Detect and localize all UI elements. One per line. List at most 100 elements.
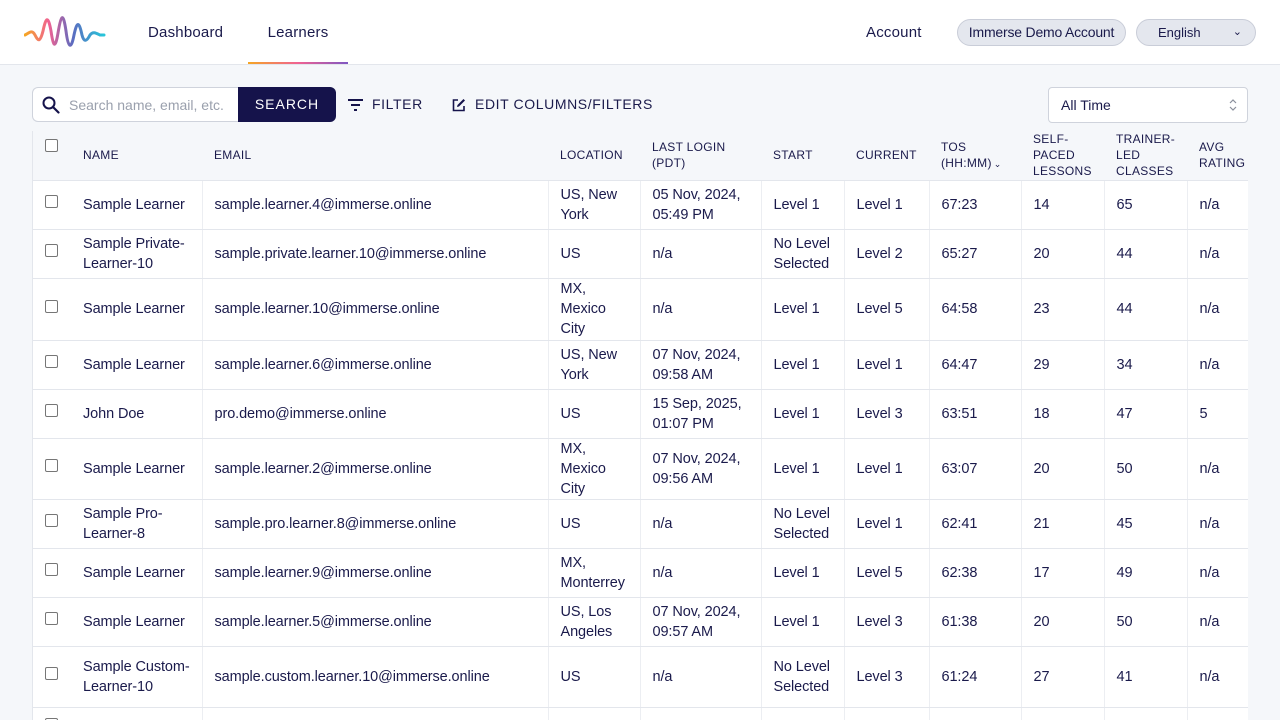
search-input[interactable] [69,88,235,121]
cell-name[interactable]: Sample Pro-Learner-8 [71,499,203,549]
cell-name[interactable]: Sample Custom-Learner-10 [71,646,203,708]
cell-email[interactable]: sample.learner.10@immerse.online [202,278,549,341]
cell-self-paced: 14 [1021,180,1105,230]
row-checkbox[interactable] [45,244,58,257]
row-checkbox[interactable] [45,459,58,472]
table-row[interactable]: Sample Learner sample.learner.10@immerse.… [33,278,1248,341]
cell-name[interactable]: John Doe [71,389,203,439]
table-row[interactable]: Sample Coach No Level [33,707,1248,720]
cell-self-paced: 29 [1021,340,1105,390]
cell-current: Level 1 [844,499,930,549]
cell-last-login: 15 Sep, 2025, 01:07 PM [640,389,762,439]
nav-account[interactable]: Account [866,0,922,64]
cell-name[interactable]: Sample Learner [71,548,203,598]
nav-dashboard[interactable]: Dashboard [148,0,223,64]
search-button[interactable]: SEARCH [238,87,336,122]
cell-name[interactable]: Sample Learner [71,438,203,500]
header-email[interactable]: EMAIL [202,131,548,181]
header-tos[interactable]: TOS (HH:MM) ⌄ [929,131,1021,181]
cell-current [844,707,930,720]
cell-name[interactable]: Sample Learner [71,597,203,647]
cell-current: Level 5 [844,548,930,598]
header-last-login[interactable]: LAST LOGIN (PDT) [640,131,761,181]
row-select-cell [33,278,71,341]
cell-name[interactable]: Sample Learner [71,340,203,390]
row-select-cell [33,548,71,598]
row-checkbox[interactable] [45,355,58,368]
cell-last-login: n/a [640,229,762,279]
cell-trainer-led: 50 [1104,438,1188,500]
row-checkbox[interactable] [45,612,58,625]
table-row[interactable]: Sample Pro-Learner-8 sample.pro.learner.8… [33,499,1248,549]
row-checkbox[interactable] [45,195,58,208]
cell-name[interactable]: Sample Learner [71,180,203,230]
table-row[interactable]: Sample Learner sample.learner.9@immerse.o… [33,548,1248,598]
time-range-select[interactable]: All Time [1048,87,1248,123]
row-checkbox[interactable] [45,514,58,527]
cell-tos: 62:41 [929,499,1022,549]
cell-location: US [548,229,641,279]
select-all-checkbox[interactable] [45,139,58,152]
cell-email[interactable]: sample.pro.learner.8@immerse.online [202,499,549,549]
cell-name[interactable]: Sample Learner [71,278,203,341]
row-checkbox[interactable] [45,563,58,576]
nav-learners[interactable]: Learners [248,0,348,64]
cell-trainer-led [1104,707,1188,720]
cell-trainer-led: 65 [1104,180,1188,230]
filter-label: FILTER [372,96,423,112]
cell-avg-rating: n/a [1187,438,1248,500]
row-checkbox[interactable] [45,299,58,313]
cell-email[interactable]: sample.learner.9@immerse.online [202,548,549,598]
immerse-logo-icon[interactable] [24,11,106,53]
cell-current: Level 3 [844,597,930,647]
cell-last-login: n/a [640,499,762,549]
header-current[interactable]: CURRENT [844,131,929,181]
learners-table: NAME EMAIL LOCATION LAST LOGIN (PDT) STA… [33,131,1248,720]
cell-email[interactable]: sample.learner.2@immerse.online [202,438,549,500]
account-switcher[interactable]: Immerse Demo Account [957,19,1126,46]
cell-avg-rating: n/a [1187,340,1248,390]
cell-current: Level 2 [844,229,930,279]
cell-email[interactable]: pro.demo@immerse.online [202,389,549,439]
cell-current: Level 1 [844,438,930,500]
table-row[interactable]: Sample Custom-Learner-10 sample.custom.le… [33,646,1248,708]
cell-current: Level 3 [844,389,930,439]
header-trainer-led[interactable]: TRAINER-LED CLASSES [1104,131,1187,181]
language-select[interactable]: English ⌄ [1136,19,1256,46]
edit-columns-button[interactable]: EDIT COLUMNS/FILTERS [452,87,653,122]
search-box [32,87,238,122]
cell-location: MX, Mexico City [548,438,641,500]
cell-current: Level 5 [844,278,930,341]
row-checkbox[interactable] [45,667,58,680]
cell-tos: 63:51 [929,389,1022,439]
cell-email[interactable]: sample.learner.5@immerse.online [202,597,549,647]
cell-email[interactable]: sample.custom.learner.10@immerse.online [202,646,549,708]
row-checkbox[interactable] [45,404,58,417]
cell-name[interactable]: Sample Coach [71,707,203,720]
header-start[interactable]: START [761,131,844,181]
filter-button[interactable]: FILTER [348,87,423,122]
table-row[interactable]: Sample Learner sample.learner.2@immerse.o… [33,438,1248,500]
cell-tos: 61:24 [929,646,1022,708]
cell-name[interactable]: Sample Private-Learner-10 [71,229,203,279]
row-select-cell [33,389,71,439]
table-row[interactable]: Sample Private-Learner-10 sample.private.… [33,229,1248,279]
header-location[interactable]: LOCATION [548,131,640,181]
cell-location: US, New York [548,340,641,390]
cell-avg-rating: n/a [1187,180,1248,230]
chevron-down-icon: ⌄ [1232,26,1242,38]
cell-trainer-led: 44 [1104,278,1188,341]
header-avg-rating[interactable]: AVG RATING [1187,131,1248,181]
table-row[interactable]: Sample Learner sample.learner.6@immerse.o… [33,340,1248,390]
cell-email[interactable] [202,707,549,720]
header-name[interactable]: NAME [71,131,202,181]
table-row[interactable]: Sample Learner sample.learner.4@immerse.o… [33,180,1248,230]
table-row[interactable]: John Doe pro.demo@immerse.online US 15 Sep,… [33,389,1248,439]
cell-avg-rating: n/a [1187,597,1248,647]
table-row[interactable]: Sample Learner sample.learner.5@immerse.o… [33,597,1248,647]
cell-email[interactable]: sample.learner.4@immerse.online [202,180,549,230]
header-self-paced[interactable]: SELF-PACED LESSONS [1021,131,1104,181]
cell-email[interactable]: sample.learner.6@immerse.online [202,340,549,390]
nav-learners-label: Learners [267,24,329,41]
cell-email[interactable]: sample.private.learner.10@immerse.online [202,229,549,279]
